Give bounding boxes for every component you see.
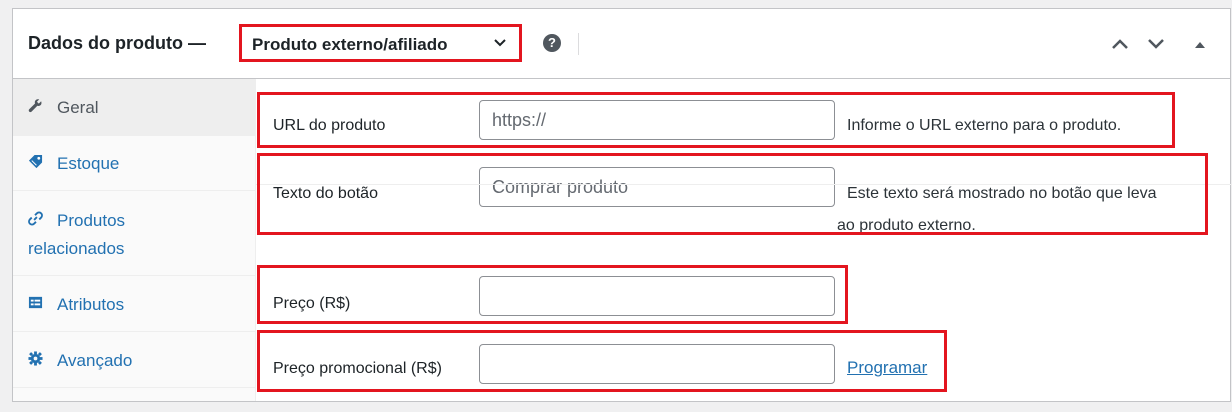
section-divider [256,184,1232,185]
tab-label: Atributos [57,295,125,314]
price-label: Preço (R$) [273,295,351,312]
chevron-down-icon[interactable] [1147,37,1165,51]
product-url-label: URL do produto [273,117,386,134]
triangle-up-icon[interactable] [1191,37,1209,51]
panel-title: Dados do produto — [28,33,206,53]
tab-avancado[interactable]: Avançado [13,332,256,388]
button-text-label: Texto do botão [273,185,378,202]
product-type-value: Produto externo/afiliado [252,35,448,54]
tab-label: Geral [57,98,99,117]
button-text-row: Texto do botão Este texto será mostrado … [256,159,1232,259]
product-type-select[interactable]: Produto externo/afiliado [239,24,522,62]
wrench-icon [28,99,42,113]
sale-price-input[interactable] [479,344,835,384]
product-url-input[interactable] [479,100,835,140]
tab-geral[interactable]: Geral [13,79,256,136]
product-data-panel: Dados do produto — Produto externo/afili… [12,8,1232,402]
tab-label: Estoque [57,154,120,173]
price-input[interactable] [479,276,835,316]
price-row: Preço (R$) [256,269,1232,329]
product-data-tabs: Geral Estoque Produtos relacionados Atri… [13,79,256,401]
button-text-input[interactable] [479,167,835,207]
header-divider [578,33,579,55]
tag-icon [28,154,43,169]
tab-estoque[interactable]: Estoque [13,136,256,191]
button-text-description-line2: ao produto externo. [837,217,976,234]
sale-price-row: Preço promocional (R$) Programar [256,334,1232,394]
button-text-description-line1: Este texto será mostrado no botão que le… [847,185,1157,202]
product-url-row: URL do produto Informe o URL externo par… [256,79,1232,159]
general-panel: URL do produto Informe o URL externo par… [256,79,1232,401]
tab-label: Avançado [57,351,133,370]
chevron-up-icon[interactable] [1111,37,1129,51]
link-icon [28,211,43,226]
list-card-icon [28,296,43,309]
tab-label-line1: Produtos [57,211,126,230]
tab-label-line2: relacionados [28,239,125,258]
schedule-sale-link[interactable]: Programar [847,358,927,378]
tab-produtos-relacionados[interactable]: Produtos relacionados [13,191,256,276]
panel-header: Dados do produto — Produto externo/afili… [13,9,1230,79]
sale-price-label: Preço promocional (R$) [273,360,442,377]
product-url-description: Informe o URL externo para o produto. [847,117,1122,134]
tab-atributos[interactable]: Atributos [13,276,256,332]
chevron-down-icon [494,39,506,47]
gear-icon [28,351,43,366]
question-circle-icon[interactable]: ? [543,34,561,52]
